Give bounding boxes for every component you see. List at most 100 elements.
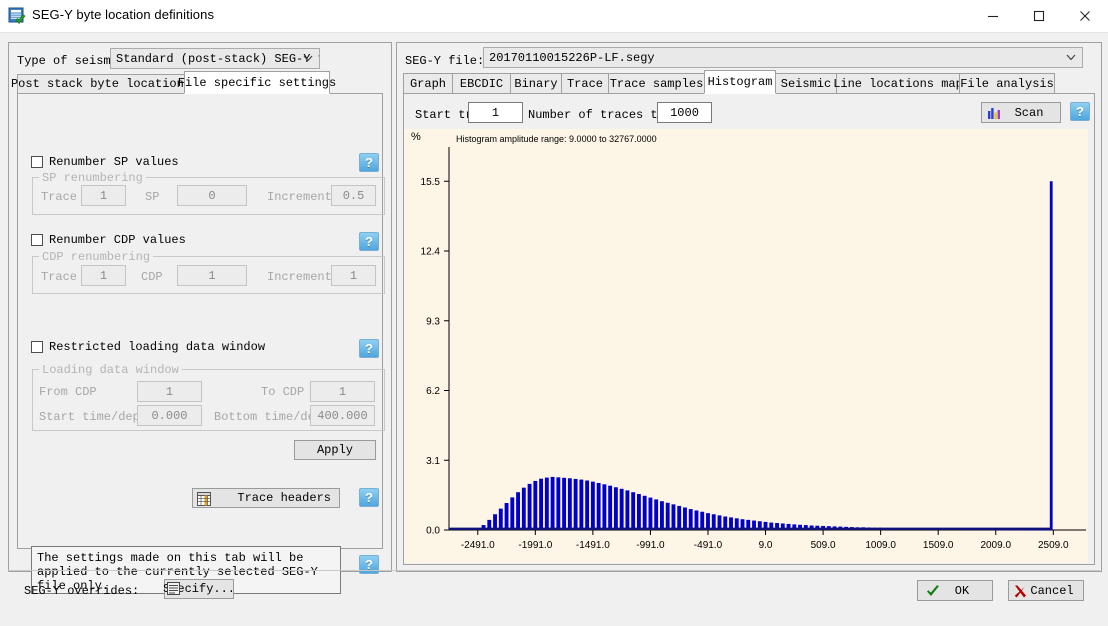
bottom-time-depth-field[interactable]: 400.000 xyxy=(310,405,375,426)
specify-button[interactable]: Specify... xyxy=(163,579,235,600)
tab-line-locations-map[interactable]: Line locations map xyxy=(833,73,963,94)
tab-label: Trace xyxy=(566,76,603,91)
chevron-down-icon xyxy=(303,52,313,66)
table-icon xyxy=(197,492,211,510)
svg-text:9.0: 9.0 xyxy=(759,540,773,551)
histogram-amplitude-range-label: Histogram amplitude range: 9.0000 to 327… xyxy=(456,134,657,144)
close-icon[interactable] xyxy=(1062,0,1108,32)
tab-file-specific-settings[interactable]: File specific settings xyxy=(178,71,336,94)
segy-dialog-window: SEG-Y byte location definitions Type of … xyxy=(0,0,1108,626)
svg-text:-491.0: -491.0 xyxy=(694,540,723,551)
restricted-loading-label: Restricted loading data window xyxy=(49,340,266,354)
footer-divider xyxy=(8,570,1100,571)
svg-text:-991.0: -991.0 xyxy=(636,540,665,551)
y-axis-unit-label: % xyxy=(411,131,421,143)
help-icon-sp[interactable]: ? xyxy=(359,153,379,172)
help-icon-cdp[interactable]: ? xyxy=(359,232,379,251)
renumber-sp-label: Renumber SP values xyxy=(49,155,179,169)
start-trace-input[interactable]: 1 xyxy=(468,102,523,123)
tab-file-analysis[interactable]: File analysis xyxy=(959,73,1055,94)
renumber-cdp-label: Renumber CDP values xyxy=(49,233,186,247)
renumber-sp-checkbox[interactable] xyxy=(31,156,43,168)
overrides-icon xyxy=(167,582,181,600)
tab-label: Graph xyxy=(409,76,446,91)
tab-histogram[interactable]: Histogram xyxy=(704,70,776,94)
svg-text:-1991.0: -1991.0 xyxy=(518,540,552,551)
chevron-down-icon xyxy=(1066,51,1076,65)
type-of-seismic-label: Type of seismi xyxy=(17,54,118,68)
tab-label: File specific settings xyxy=(177,75,337,90)
svg-text:9.3: 9.3 xyxy=(426,316,440,327)
svg-text:509.0: 509.0 xyxy=(811,540,836,551)
tab-binary[interactable]: Binary xyxy=(510,73,562,94)
start-time-depth-field[interactable]: 0.000 xyxy=(137,405,202,426)
cdp-increment-label: Increment xyxy=(267,270,332,284)
left-panel: Type of seismi Standard (post-stack) SEG… xyxy=(8,42,392,594)
cancel-button[interactable]: Cancel xyxy=(1008,580,1084,601)
loading-data-window-group-title: Loading data window xyxy=(39,363,182,377)
svg-text:-1491.0: -1491.0 xyxy=(576,540,610,551)
tab-label: Trace samples xyxy=(609,76,704,91)
segy-file-value: 20170110015226P-LF.segy xyxy=(489,50,655,65)
histogram-plot: 0.0 3.1 6.2 9.3 12.4 15.5 -2491.0 -1991.0 -1491.… xyxy=(421,147,1086,551)
cdp-increment-field[interactable]: 1 xyxy=(331,265,376,286)
scan-button[interactable]: Scan xyxy=(981,102,1061,123)
cdp-trace-label: Trace xyxy=(41,270,78,284)
cdp-trace-field[interactable]: 1 xyxy=(81,265,126,286)
svg-text:15.5: 15.5 xyxy=(421,177,441,188)
title-separator xyxy=(0,32,1108,33)
tab-trace[interactable]: Trace xyxy=(561,73,609,94)
right-panel: SEG-Y file: 20170110015226P-LF.segy Grap… xyxy=(396,42,1102,572)
tab-graph[interactable]: Graph xyxy=(403,73,453,94)
tab-seismic[interactable]: Seismic xyxy=(775,73,837,94)
svg-text:2509.0: 2509.0 xyxy=(1038,540,1069,551)
minimize-icon[interactable] xyxy=(970,0,1016,32)
trace-headers-button[interactable]: Trace headers xyxy=(192,488,340,508)
scan-label: Scan xyxy=(1014,105,1044,120)
seismic-type-value: Standard (post-stack) SEG-Y files xyxy=(116,51,319,66)
sp-label: SP xyxy=(145,190,160,204)
seismic-type-combo[interactable]: Standard (post-stack) SEG-Y files xyxy=(110,48,320,69)
trace-headers-label: Trace headers xyxy=(237,491,331,505)
tab-post-stack-byte-locations[interactable]: Post stack byte locations xyxy=(11,74,191,94)
restricted-loading-checkbox[interactable] xyxy=(31,341,43,353)
cdp-label: CDP xyxy=(141,270,163,284)
tab-ebcdic[interactable]: EBCDIC xyxy=(452,73,511,94)
apply-button[interactable]: Apply xyxy=(294,440,376,460)
sp-value-field[interactable]: 0 xyxy=(177,185,247,206)
tab-label: EBCDIC xyxy=(459,76,504,91)
help-icon-trace-headers[interactable]: ? xyxy=(359,488,379,507)
help-icon-scan[interactable]: ? xyxy=(1070,102,1090,121)
number-of-traces-input[interactable]: 1000 xyxy=(657,102,712,123)
tab-label: File analysis xyxy=(960,76,1054,91)
svg-text:-2491.0: -2491.0 xyxy=(461,540,495,551)
tab-label: Seismic xyxy=(780,76,832,91)
cdp-value-field[interactable]: 1 xyxy=(177,265,247,286)
ok-button[interactable]: OK xyxy=(917,580,993,601)
x-icon xyxy=(1014,585,1027,602)
svg-text:0.0: 0.0 xyxy=(426,526,440,537)
svg-text:12.4: 12.4 xyxy=(421,247,441,258)
tab-trace-samples[interactable]: Trace samples xyxy=(608,73,705,94)
maximize-icon[interactable] xyxy=(1016,0,1062,32)
cdp-renumbering-group-title: CDP renumbering xyxy=(39,250,154,264)
tab-label: Line locations map xyxy=(833,76,963,91)
window-title: SEG-Y byte location definitions xyxy=(32,7,215,22)
from-cdp-label: From CDP xyxy=(39,385,97,399)
to-cdp-field[interactable]: 1 xyxy=(310,381,375,402)
svg-text:1009.0: 1009.0 xyxy=(865,540,896,551)
segy-file-label: SEG-Y file: xyxy=(405,54,485,68)
tab-label: Binary xyxy=(514,76,558,91)
sp-increment-field[interactable]: 0.5 xyxy=(331,185,376,206)
help-icon-note[interactable]: ? xyxy=(359,555,379,574)
svg-text:6.2: 6.2 xyxy=(426,386,440,397)
from-cdp-field[interactable]: 1 xyxy=(137,381,202,402)
renumber-cdp-checkbox[interactable] xyxy=(31,234,43,246)
svg-text:1509.0: 1509.0 xyxy=(923,540,954,551)
sp-trace-field[interactable]: 1 xyxy=(81,185,126,206)
help-icon-restricted[interactable]: ? xyxy=(359,339,379,358)
segy-file-combo[interactable]: 20170110015226P-LF.segy xyxy=(483,47,1083,68)
segy-overrides-label: SEG-Y overrides: xyxy=(24,584,140,598)
histogram-chart: % Histogram amplitude range: 9.0000 to 3… xyxy=(404,129,1088,563)
segy-document-icon xyxy=(8,7,26,25)
